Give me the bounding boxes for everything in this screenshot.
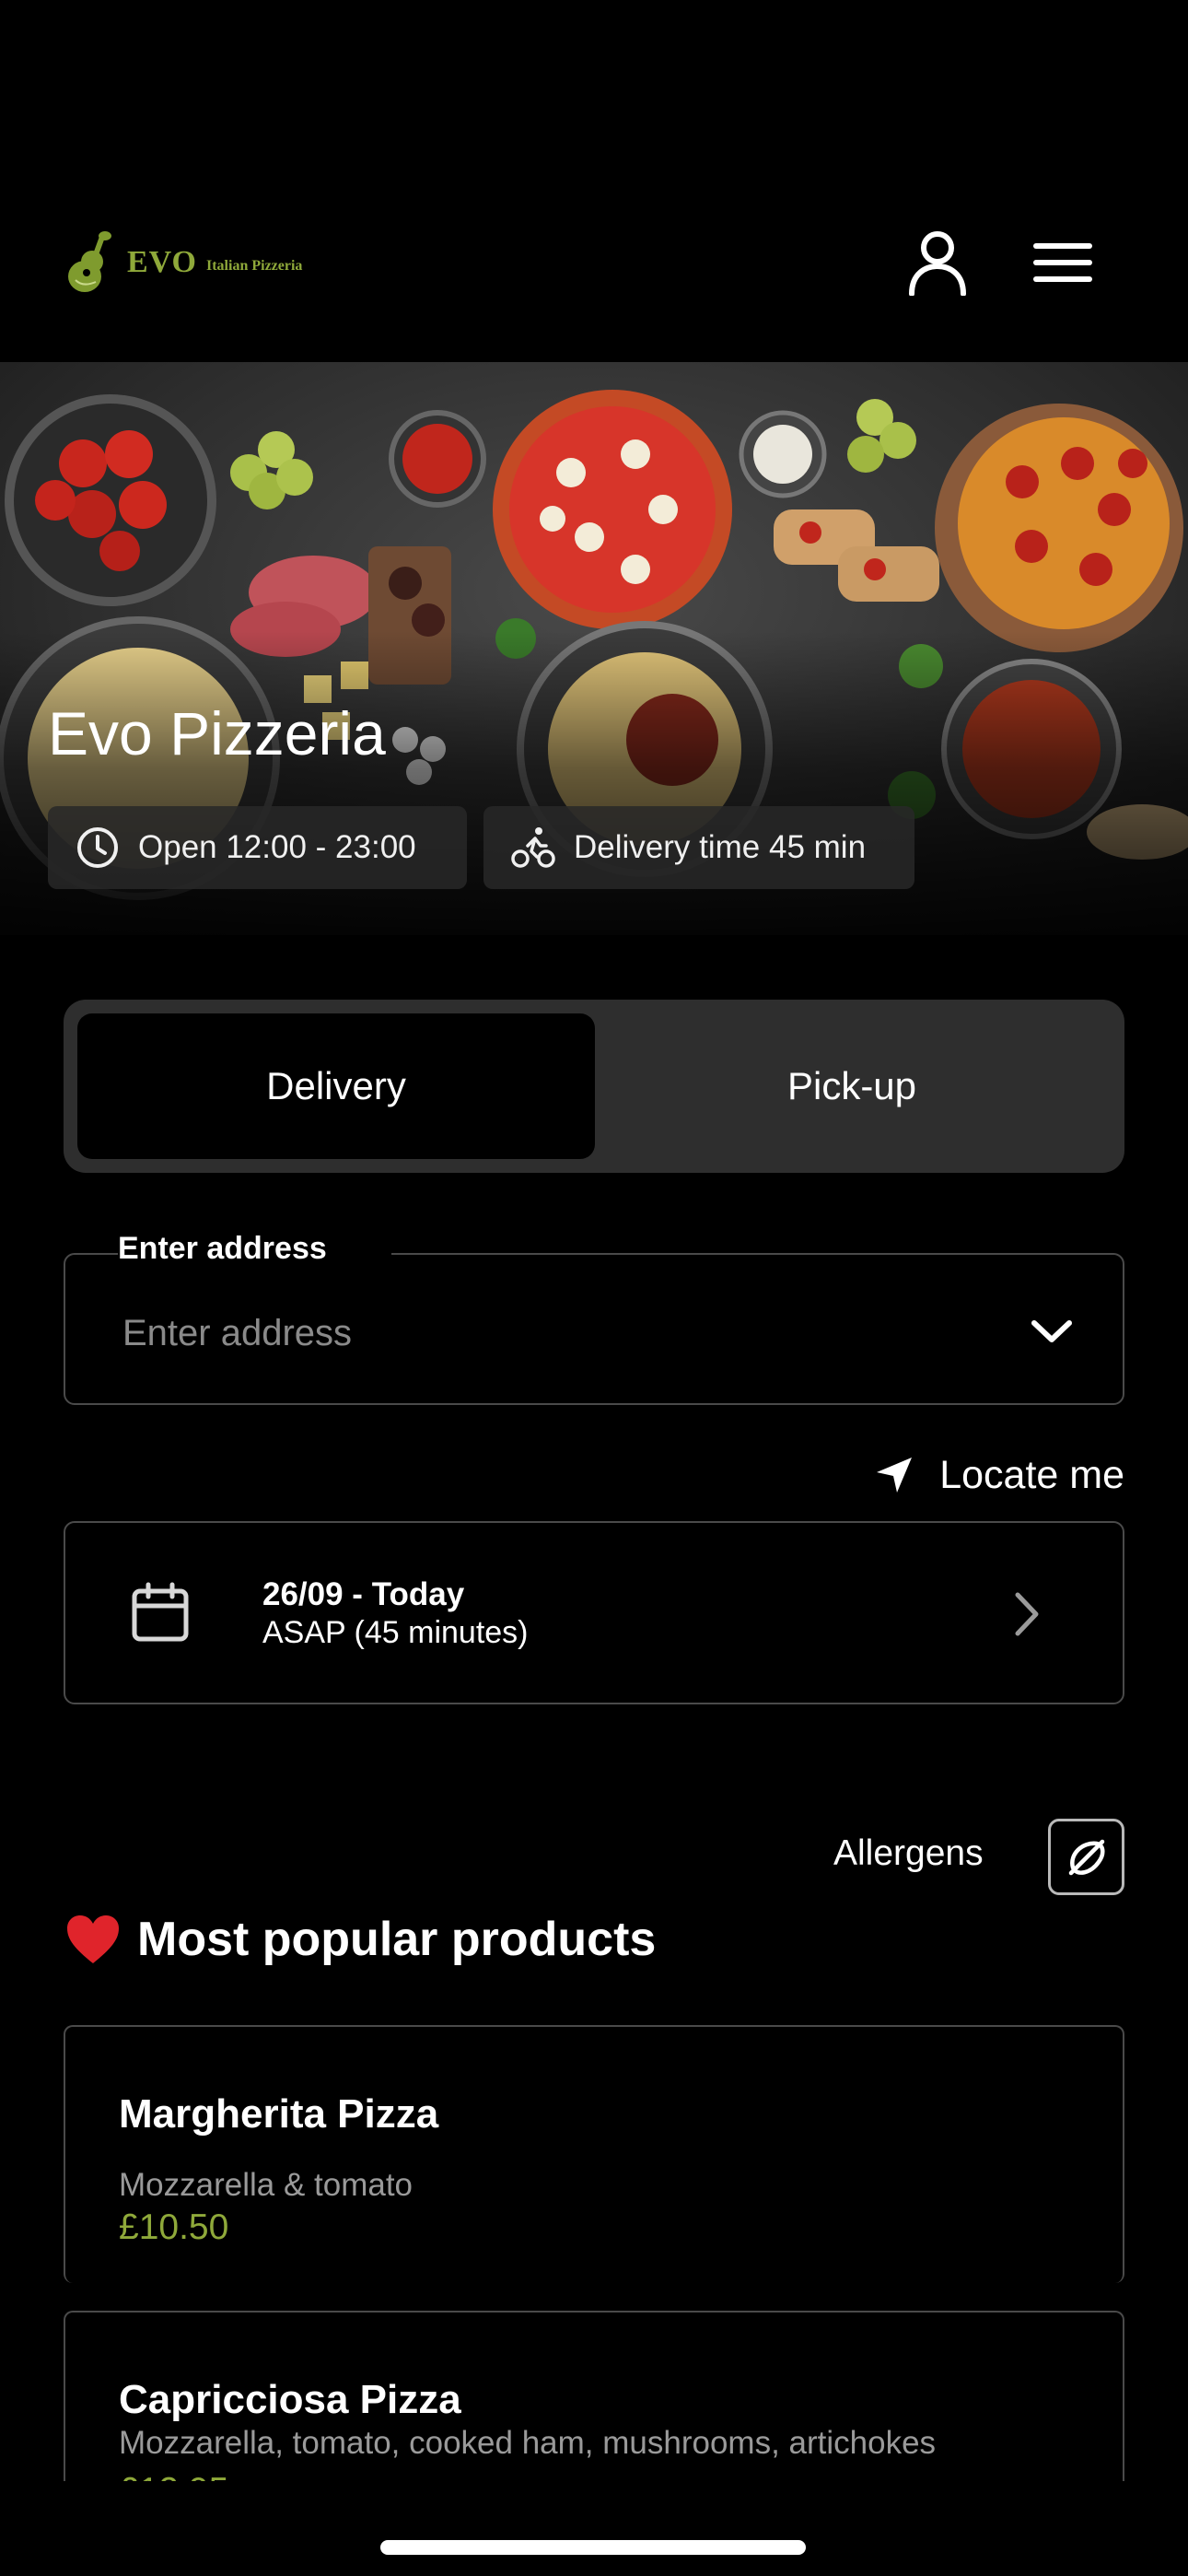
app-header: EVO Italian Pizzeria	[0, 0, 1188, 362]
delivery-time-chip: Delivery time 45 min	[483, 806, 914, 889]
product-name: Margherita Pizza	[119, 2091, 439, 2137]
allergens-label: Allergens	[833, 1833, 984, 1873]
delivery-time-text: Delivery time 45 min	[574, 829, 867, 865]
location-arrow-icon	[877, 1458, 913, 1493]
product-description: Mozzarella & tomato	[119, 2167, 413, 2203]
brand-logo[interactable]: EVO Italian Pizzeria	[64, 226, 302, 299]
chevron-right-icon	[1015, 1592, 1039, 1636]
locate-me-label: Locate me	[939, 1452, 1124, 1497]
open-hours-text: Open 12:00 - 23:00	[138, 829, 416, 865]
popular-products-title-text: Most popular products	[137, 1913, 657, 1966]
logo-text: EVO	[127, 245, 197, 279]
product-card[interactable]: Margherita Pizza Mozzarella & tomato £10…	[64, 2025, 1124, 2283]
pickup-tab[interactable]: Pick-up	[593, 1013, 1111, 1159]
chevron-down-icon[interactable]	[1029, 1308, 1075, 1354]
product-description: Mozzarella, tomato, cooked ham, mushroom…	[119, 2425, 937, 2461]
address-field: Enter address	[64, 1231, 1124, 1405]
order-mode-toggle: Delivery Pick-up	[64, 1000, 1124, 1173]
hero-banner: Evo Pizzeria Open 12:00 - 23:00 Delivery…	[0, 362, 1188, 935]
delivery-tab[interactable]: Delivery	[77, 1013, 595, 1159]
heart-icon	[67, 1915, 119, 1963]
schedule-time: ASAP (45 minutes)	[262, 1615, 529, 1650]
hamburger-menu-icon[interactable]	[1026, 226, 1100, 299]
clock-icon	[77, 827, 118, 868]
schedule-date: 26/09 - Today	[262, 1576, 465, 1612]
restaurant-name: Evo Pizzeria	[48, 699, 386, 767]
popular-products-title: Most popular products	[65, 1912, 656, 1967]
address-input[interactable]	[122, 1306, 951, 1361]
product-card[interactable]: Capricciosa Pizza Mozzarella, tomato, co…	[64, 2311, 1124, 2481]
product-price: £10.50	[119, 2207, 229, 2247]
locate-me-button[interactable]: Locate me	[875, 1445, 1124, 1505]
schedule-selector[interactable]: 26/09 - Today ASAP (45 minutes)	[64, 1521, 1124, 1704]
calendar-icon	[132, 1582, 189, 1642]
open-hours-chip: Open 12:00 - 23:00	[48, 806, 467, 889]
guitar-logo-icon	[68, 231, 111, 292]
allergen-icon	[1068, 1839, 1104, 1875]
home-indicator	[380, 2540, 806, 2555]
product-name: Capricciosa Pizza	[119, 2377, 461, 2422]
bicycle-courier-icon	[511, 827, 555, 868]
logo-subtext: Italian Pizzeria	[206, 258, 303, 274]
product-price: £12.95	[119, 2471, 228, 2481]
address-label: Enter address	[118, 1231, 391, 1267]
popular-products-list: Margherita Pizza Mozzarella & tomato £10…	[0, 2025, 1188, 2481]
allergens-button[interactable]	[1048, 1819, 1124, 1895]
hero-gradient	[0, 631, 1188, 935]
user-icon[interactable]	[901, 226, 974, 299]
